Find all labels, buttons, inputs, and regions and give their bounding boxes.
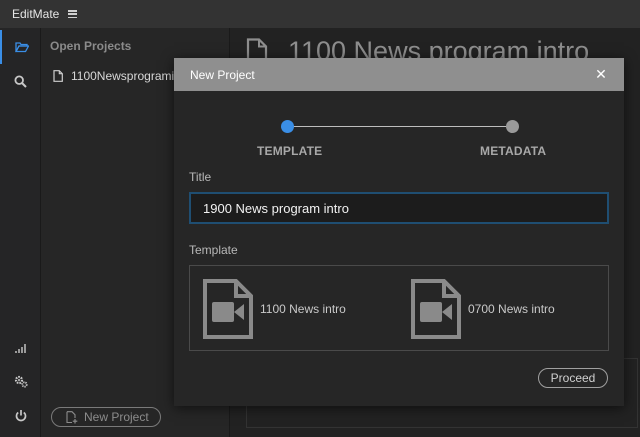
folder-open-icon <box>14 42 29 53</box>
search-icon <box>14 74 27 88</box>
rail-settings-button[interactable] <box>0 364 41 398</box>
step-dot-metadata[interactable] <box>506 120 519 133</box>
title-field-label: Title <box>189 170 212 184</box>
new-project-dialog: New Project ✕ TEMPLATE METADATA Title Te… <box>174 58 624 406</box>
video-file-icon <box>203 279 253 339</box>
new-project-button[interactable]: New Project <box>51 407 161 427</box>
title-bar: EditMate <box>0 0 640 28</box>
step-label-template[interactable]: TEMPLATE <box>257 144 322 158</box>
dialog-title: New Project <box>190 67 255 82</box>
power-icon <box>15 409 26 421</box>
template-option-name: 1100 News intro <box>260 302 346 316</box>
rail-search-button[interactable] <box>0 64 41 98</box>
proceed-button[interactable]: Proceed <box>538 368 608 388</box>
rail-projects-button[interactable] <box>0 30 41 64</box>
title-input[interactable] <box>189 192 609 224</box>
step-indicator: TEMPLATE METADATA <box>174 91 624 161</box>
rail-status-button[interactable] <box>0 331 41 365</box>
close-icon[interactable]: ✕ <box>594 67 608 81</box>
dialog-header: New Project ✕ <box>174 58 624 91</box>
gears-icon <box>14 375 28 388</box>
step-dot-template[interactable] <box>281 120 294 133</box>
new-file-icon <box>66 410 78 423</box>
step-label-metadata[interactable]: METADATA <box>480 144 546 158</box>
template-field-label: Template <box>189 243 238 257</box>
hamburger-menu-icon[interactable] <box>68 10 78 18</box>
file-icon <box>53 70 63 82</box>
signal-bars-icon <box>14 344 26 353</box>
template-option-name: 0700 News intro <box>468 302 555 316</box>
icon-rail <box>0 28 41 437</box>
template-option[interactable]: 0700 News intro <box>410 278 555 340</box>
new-project-label: New Project <box>84 410 149 424</box>
rail-power-button[interactable] <box>0 398 41 432</box>
step-connector <box>287 126 512 127</box>
video-file-icon <box>411 279 461 339</box>
template-list: 1100 News intro 0700 News intro <box>189 265 609 351</box>
app-title: EditMate <box>12 7 60 21</box>
template-option[interactable]: 1100 News intro <box>202 278 346 340</box>
